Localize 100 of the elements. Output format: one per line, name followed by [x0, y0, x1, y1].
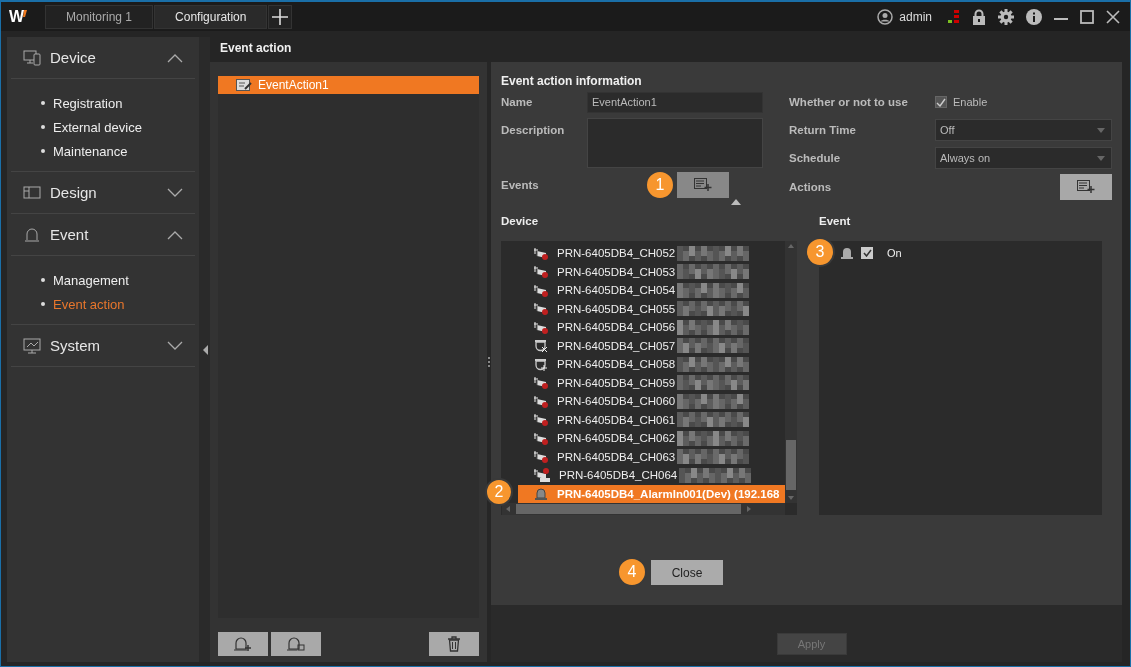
dome-camera-icon: [534, 357, 548, 371]
tree-item[interactable]: PRN-6405DB4_CH058: [518, 355, 785, 374]
tree-item[interactable]: PRN-6405DB4_CH063: [518, 447, 785, 466]
add-event-button[interactable]: [218, 632, 268, 656]
tree-item[interactable]: PRN-6405DB4_CH055: [518, 299, 785, 318]
callout-marker: 4: [617, 557, 647, 587]
scroll-right-icon: [747, 506, 751, 512]
scroll-up-icon: [788, 244, 794, 248]
scroll-thumb[interactable]: [516, 504, 741, 514]
event-label: On: [887, 247, 902, 259]
camera-icon: [534, 468, 550, 483]
alarm-light-icon: [841, 247, 853, 259]
bell-icon: [23, 226, 41, 243]
camera-icon: [534, 450, 548, 464]
signal-meter-icon: [948, 8, 960, 25]
edit-list-icon: [236, 78, 252, 92]
app-logo: W: [9, 7, 39, 26]
pointer-triangle-icon: [731, 199, 741, 205]
sidebar-section[interactable]: Event: [11, 214, 195, 256]
bullet-icon: [41, 101, 45, 105]
events-add-button[interactable]: [677, 172, 729, 198]
add-tab-button[interactable]: [268, 4, 293, 29]
devices-icon: [23, 49, 41, 66]
user-icon: [877, 8, 894, 25]
tree-item[interactable]: PRN-6405DB4_CH057: [518, 336, 785, 355]
checkbox-label: Enable: [953, 96, 988, 108]
dropdown-caret-icon: [1097, 127, 1105, 133]
dropdown[interactable]: Off: [935, 119, 1112, 141]
layout-icon: [23, 184, 41, 201]
camera-icon: [534, 265, 548, 279]
plus-icon: [272, 8, 289, 25]
sidebar-section[interactable]: Design: [11, 172, 195, 214]
camera-icon: [534, 246, 548, 260]
bullet-icon: [41, 149, 45, 153]
close-icon: [1106, 9, 1120, 24]
sidebar-section[interactable]: Device: [11, 37, 195, 79]
dropdown[interactable]: Always on: [935, 147, 1112, 169]
tree-item[interactable]: PRN-6405DB4_CH061: [518, 410, 785, 429]
tree-item[interactable]: PRN-6405DB4_CH052: [518, 244, 785, 263]
add-list-icon: [694, 178, 712, 192]
alarm-copy-icon: [287, 637, 305, 651]
camera-icon: [534, 413, 548, 427]
info-icon: [1026, 8, 1042, 25]
lock-icon: [972, 8, 986, 25]
tree-item[interactable]: PRN-6405DB4_CH062: [518, 429, 785, 448]
add-list-icon: [1077, 180, 1095, 194]
tree-item[interactable]: PRN-6405DB4_CH054: [518, 281, 785, 300]
horizontal-scrollbar[interactable]: [502, 503, 785, 515]
settings-icon: [998, 8, 1014, 25]
sidebar-item[interactable]: Maintenance: [53, 143, 128, 159]
field-label: Name: [501, 96, 534, 108]
maximize-icon: [1080, 9, 1094, 24]
monitor-icon: [23, 337, 41, 354]
field-label: Schedule: [789, 152, 842, 164]
trash-icon: [447, 636, 461, 652]
field-label: Actions: [789, 181, 833, 193]
sidebar-item[interactable]: Registration: [53, 95, 123, 111]
tab[interactable]: Monitoring 1: [45, 4, 154, 29]
camera-icon: [534, 320, 548, 334]
callout-marker: 2: [485, 478, 513, 506]
camera-icon: [534, 394, 548, 408]
check-icon: [862, 249, 872, 257]
field-label: Events: [501, 179, 540, 191]
camera-icon: [534, 283, 548, 297]
dome-camera-icon: [534, 339, 548, 353]
actions-add-button[interactable]: [1060, 174, 1112, 200]
page-title: Event action: [219, 40, 293, 57]
checkbox[interactable]: [861, 247, 873, 259]
tab[interactable]: Configuration: [154, 4, 268, 29]
callout-marker: 1: [645, 170, 675, 200]
tree-item[interactable]: PRN-6405DB4_CH053: [518, 262, 785, 281]
drag-handle-icon: [488, 357, 490, 367]
collapse-arrow-icon: [202, 344, 208, 355]
tree-item[interactable]: PRN-6405DB4_CH060: [518, 392, 785, 411]
dropdown-caret-icon: [1097, 155, 1105, 161]
close-button[interactable]: Close: [651, 560, 723, 585]
sidebar-item[interactable]: External device: [53, 119, 142, 135]
camera-icon: [534, 376, 548, 390]
field-label: Description: [501, 123, 566, 136]
scroll-thumb[interactable]: [786, 440, 796, 490]
scroll-down-icon: [788, 496, 794, 500]
minimize-icon: [1054, 17, 1068, 20]
delete-button[interactable]: [429, 632, 479, 656]
copy-event-button[interactable]: [271, 632, 321, 656]
check-icon: [936, 97, 946, 107]
description-field[interactable]: [587, 118, 763, 168]
scroll-left-icon: [506, 506, 510, 512]
field-label: Return Time: [789, 124, 857, 136]
camera-icon: [534, 302, 548, 316]
name-field[interactable]: EventAction1: [587, 91, 763, 113]
tree-item[interactable]: PRN-6405DB4_CH056: [518, 318, 785, 337]
bullet-icon: [41, 125, 45, 129]
sidebar-item[interactable]: Event action: [53, 296, 125, 312]
checkbox[interactable]: [935, 96, 947, 108]
sidebar-item[interactable]: Management: [53, 272, 129, 288]
vertical-scrollbar[interactable]: [785, 241, 797, 503]
logo-tick-icon: [23, 9, 28, 17]
field-label: Whether or not to use: [789, 96, 909, 108]
sidebar-section[interactable]: System: [11, 325, 195, 367]
tree-item[interactable]: PRN-6405DB4_CH059: [518, 373, 785, 392]
